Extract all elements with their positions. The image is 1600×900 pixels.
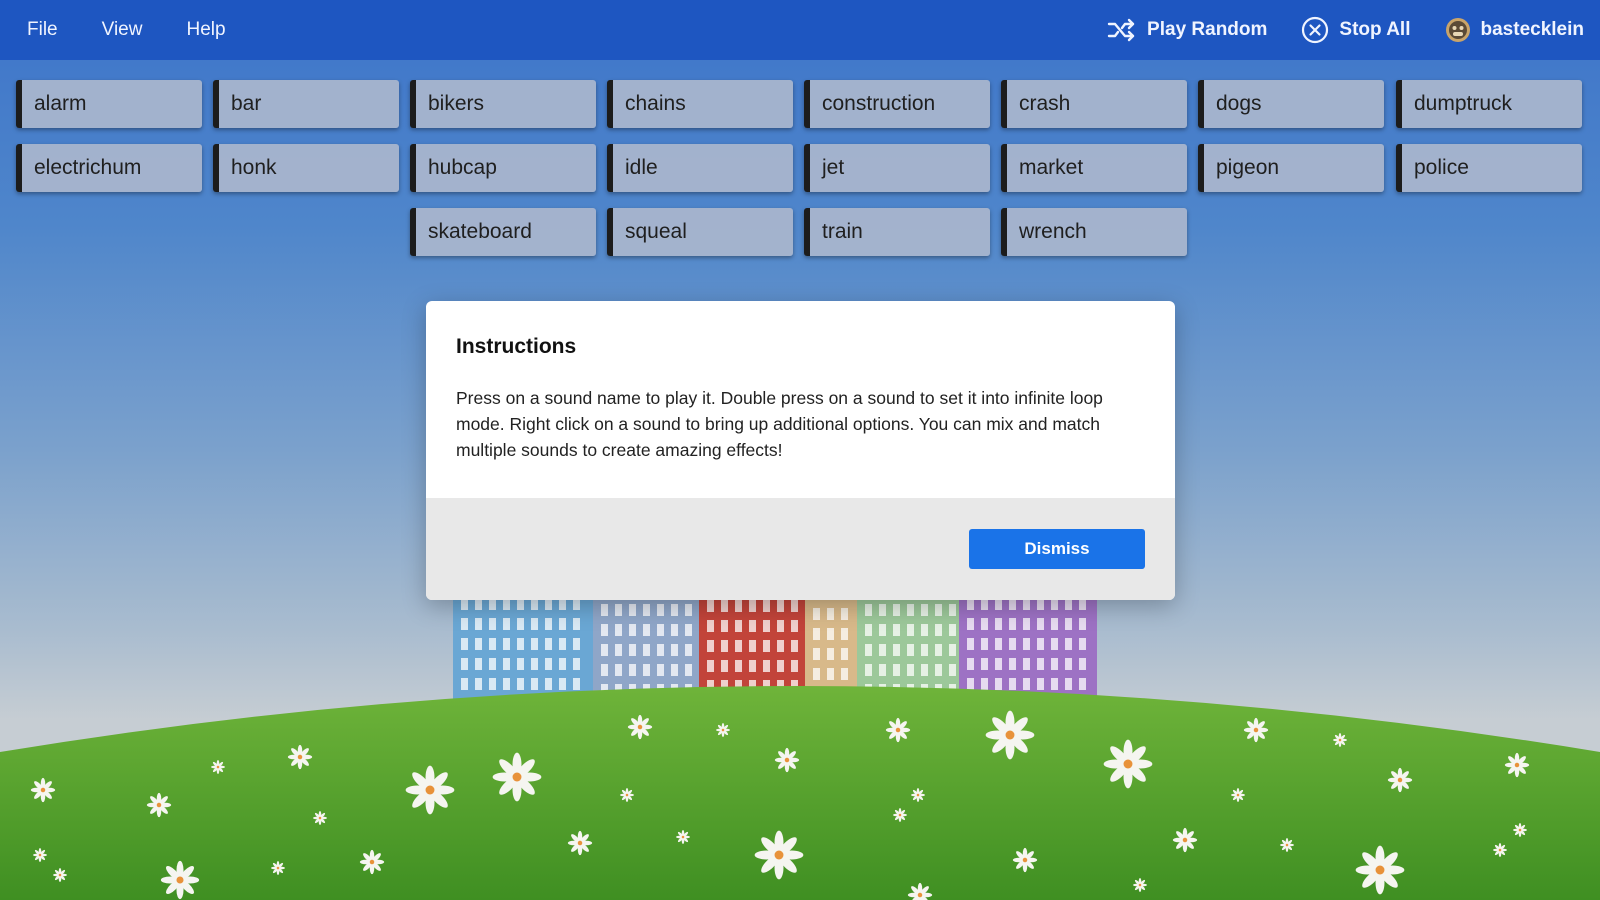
flower-icon <box>271 861 285 875</box>
menu-view[interactable]: View <box>80 19 165 41</box>
instructions-dialog: Instructions Press on a sound name to pl… <box>426 301 1175 600</box>
flower-icon <box>405 765 455 815</box>
flower-icon <box>1333 733 1347 747</box>
close-circle-icon <box>1301 16 1329 44</box>
dialog-footer: Dismiss <box>426 498 1175 600</box>
flower-icon <box>1172 827 1198 853</box>
flower-icon <box>1504 752 1530 778</box>
flower-icon <box>33 848 47 862</box>
flower-icon <box>1280 838 1294 852</box>
sound-button-honk[interactable]: honk <box>213 144 399 192</box>
flower-icon <box>359 849 385 875</box>
flower-icon <box>313 811 327 825</box>
stop-all-button[interactable]: Stop All <box>1301 16 1411 44</box>
flower-icon <box>1103 739 1153 789</box>
play-random-label: Play Random <box>1147 19 1268 40</box>
flower-icon <box>627 714 653 740</box>
sound-button-jet[interactable]: jet <box>804 144 990 192</box>
avatar-icon <box>1445 17 1471 43</box>
sound-button-wrench[interactable]: wrench <box>1001 208 1187 256</box>
user-account-button[interactable]: bastecklein <box>1445 17 1585 43</box>
sound-button-hubcap[interactable]: hubcap <box>410 144 596 192</box>
flower-icon <box>211 760 225 774</box>
play-random-button[interactable]: Play Random <box>1107 18 1267 42</box>
sound-button-bar[interactable]: bar <box>213 80 399 128</box>
flower-icon <box>1012 847 1038 873</box>
flower-icon <box>53 868 67 882</box>
flower-icon <box>893 808 907 822</box>
flower-icon <box>1493 843 1507 857</box>
sound-button-chains[interactable]: chains <box>607 80 793 128</box>
sound-button-train[interactable]: train <box>804 208 990 256</box>
sound-button-market[interactable]: market <box>1001 144 1187 192</box>
menu-help[interactable]: Help <box>164 19 247 41</box>
sound-button-construction[interactable]: construction <box>804 80 990 128</box>
dialog-title: Instructions <box>456 335 577 358</box>
flower-icon <box>1513 823 1527 837</box>
sound-button-alarm[interactable]: alarm <box>16 80 202 128</box>
flower-icon <box>287 744 313 770</box>
sound-button-police[interactable]: police <box>1396 144 1582 192</box>
flower-icon <box>1231 788 1245 802</box>
flower-icon <box>985 710 1035 760</box>
grass-hill <box>0 686 1600 900</box>
flower-icon <box>754 830 804 880</box>
shuffle-icon <box>1107 18 1137 42</box>
flower-icon <box>620 788 634 802</box>
flower-icon <box>146 792 172 818</box>
menu-file[interactable]: File <box>0 19 80 41</box>
sound-button-skateboard[interactable]: skateboard <box>410 208 596 256</box>
dismiss-button[interactable]: Dismiss <box>969 529 1145 569</box>
flower-icon <box>907 882 933 900</box>
sound-button-crash[interactable]: crash <box>1001 80 1187 128</box>
flower-icon <box>160 860 200 900</box>
sound-button-dogs[interactable]: dogs <box>1198 80 1384 128</box>
sound-button-electrichum[interactable]: electrichum <box>16 144 202 192</box>
username-label: bastecklein <box>1480 19 1585 40</box>
flower-icon <box>774 747 800 773</box>
building-icon <box>453 590 1097 700</box>
sound-button-pigeon[interactable]: pigeon <box>1198 144 1384 192</box>
sound-button-dumptruck[interactable]: dumptruck <box>1396 80 1582 128</box>
flower-icon <box>911 788 925 802</box>
sound-button-idle[interactable]: idle <box>607 144 793 192</box>
flower-icon <box>492 752 542 802</box>
flower-icon <box>30 777 56 803</box>
flower-icon <box>1243 717 1269 743</box>
flower-icon <box>1133 878 1147 892</box>
sound-button-squeal[interactable]: squeal <box>607 208 793 256</box>
flower-icon <box>716 723 730 737</box>
flower-icon <box>885 717 911 743</box>
sound-button-bikers[interactable]: bikers <box>410 80 596 128</box>
stop-all-label: Stop All <box>1339 19 1411 40</box>
dialog-body: Instructions Press on a sound name to pl… <box>426 301 1175 498</box>
flower-icon <box>676 830 690 844</box>
dialog-text: Press on a sound name to play it. Double… <box>456 388 1103 460</box>
flower-icon <box>1355 845 1405 895</box>
top-menubar: File View Help Play Random Stop All bast… <box>0 0 1600 60</box>
flower-icon <box>567 830 593 856</box>
flower-icon <box>1387 767 1413 793</box>
